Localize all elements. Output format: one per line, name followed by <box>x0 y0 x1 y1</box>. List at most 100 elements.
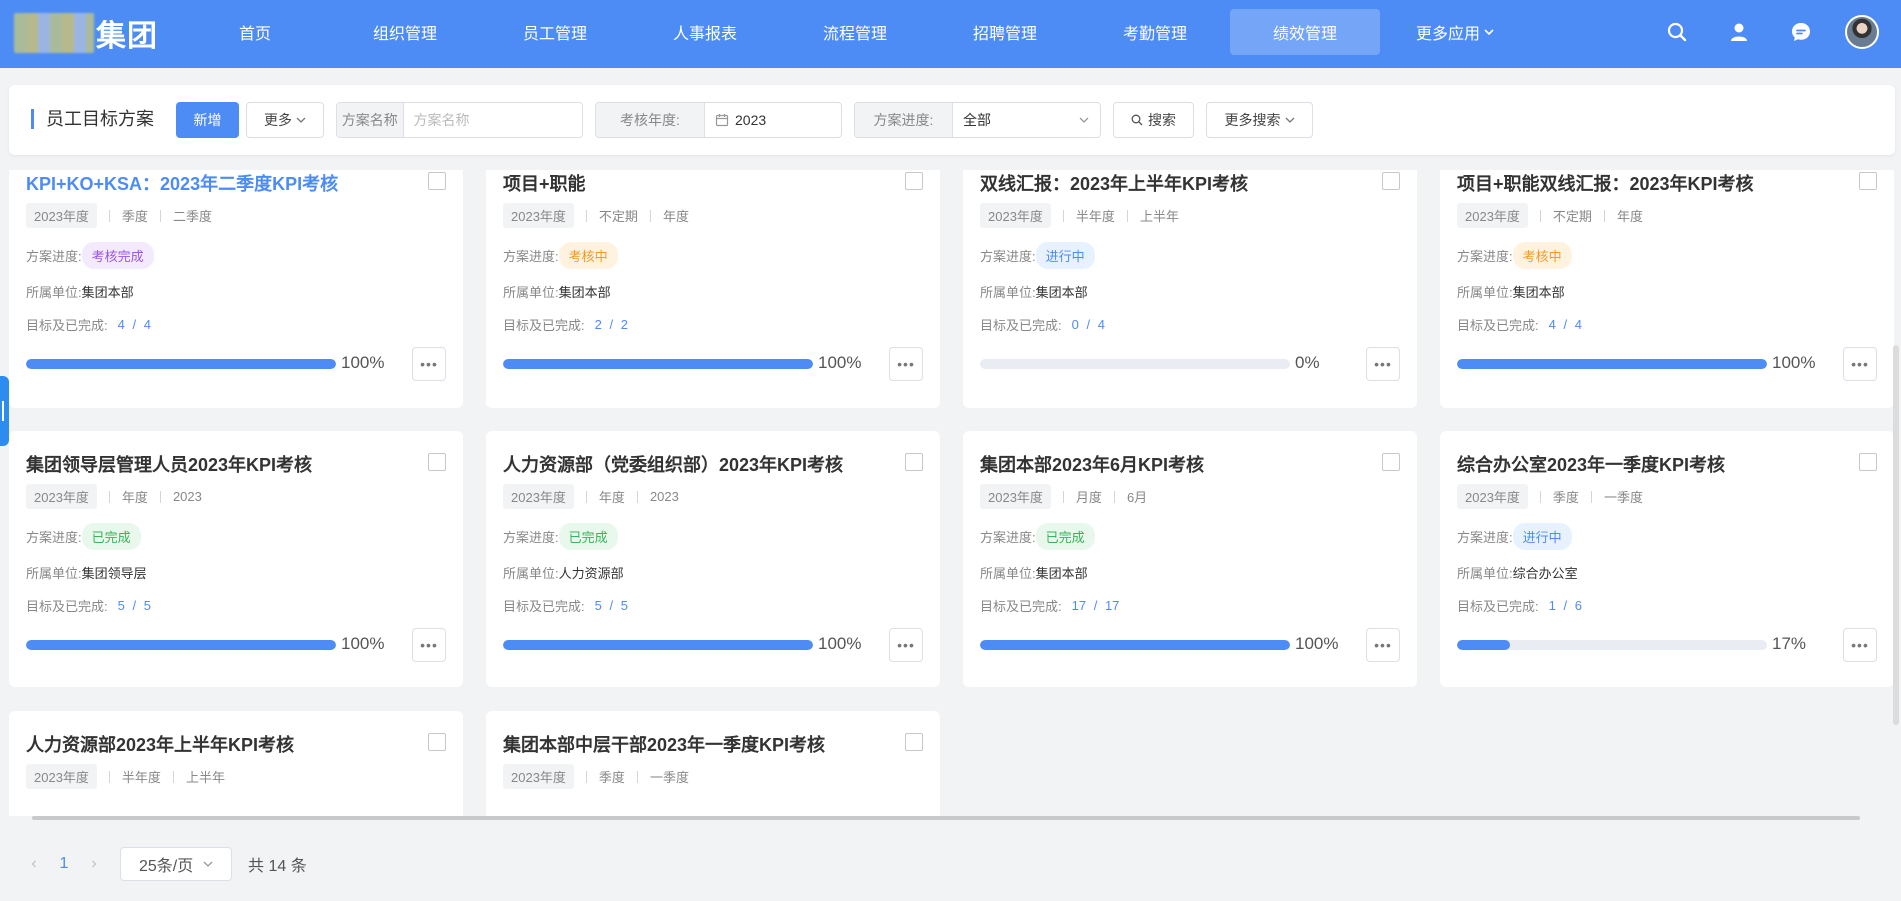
plan-card[interactable]: 人力资源部（党委组织部）2023年KPI考核 2023年度 年度 2023 方案进度… <box>486 431 940 687</box>
unit-label: 所属单位: <box>503 566 559 581</box>
prev-page-button[interactable]: ‹ <box>24 855 44 873</box>
card-checkbox[interactable] <box>1859 172 1877 190</box>
card-more-button[interactable]: ••• <box>1843 347 1877 381</box>
card-more-button[interactable]: ••• <box>412 628 446 662</box>
progress-text: 0% <box>1295 353 1320 372</box>
card-checkbox[interactable] <box>1859 453 1877 471</box>
progress-text: 100% <box>341 634 385 653</box>
card-more-button[interactable]: ••• <box>889 347 923 381</box>
card-checkbox[interactable] <box>1382 172 1400 190</box>
logo-image <box>14 13 94 53</box>
card-checkbox[interactable] <box>905 733 923 751</box>
top-nav-bar: 集团 首页 组织管理 员工管理 人事报表 流程管理 招聘管理 考勤管理 绩效管理… <box>0 0 1901 68</box>
goal-done: 4 <box>117 317 125 332</box>
year-picker[interactable]: 2023 <box>705 103 841 137</box>
plan-card[interactable]: 综合办公室2023年一季度KPI考核 2023年度 季度 一季度 方案进度: 进行中 … <box>1440 431 1894 687</box>
card-more-button[interactable]: ••• <box>1366 347 1400 381</box>
more-search-button[interactable]: 更多搜索 <box>1206 102 1313 138</box>
side-panel-toggle[interactable] <box>0 376 9 446</box>
plan-card[interactable]: 项目+职能 2023年度 不定期 年度 方案进度: 考核中 所属单位: 集团本部 目标及… <box>486 170 940 408</box>
goal-total: 4 <box>1097 317 1105 332</box>
card-checkbox[interactable] <box>428 172 446 190</box>
year-filter: 考核年度: 2023 <box>595 102 842 138</box>
progress-fill <box>1457 640 1510 650</box>
chevron-down-icon <box>296 117 306 123</box>
nav-employee[interactable]: 员工管理 <box>480 9 630 55</box>
next-page-button[interactable]: › <box>84 855 104 873</box>
progress-bar <box>980 640 1290 650</box>
vertical-scrollbar[interactable] <box>1893 345 1899 725</box>
goal-label: 目标及已完成: <box>26 318 108 333</box>
unit-row: 所属单位: 集团领导层 <box>26 563 147 582</box>
unit-row: 所属单位: 人力资源部 <box>503 563 624 582</box>
nav-process[interactable]: 流程管理 <box>780 9 930 55</box>
plan-card[interactable]: 集团本部中层干部2023年一季度KPI考核 2023年度 季度 一季度 <box>486 711 940 816</box>
plan-name-input[interactable] <box>403 103 582 137</box>
message-icon[interactable] <box>1783 14 1819 50</box>
tag-year: 2023年度 <box>980 484 1051 509</box>
nav-label: 人事报表 <box>672 26 737 43</box>
tag-period-type: 月度 <box>1075 490 1102 505</box>
card-title[interactable]: 综合办公室2023年一季度KPI考核 <box>1457 451 1725 477</box>
unit-value: 综合办公室 <box>1512 566 1578 581</box>
card-checkbox[interactable] <box>428 453 446 471</box>
search-icon[interactable] <box>1659 14 1695 50</box>
card-title[interactable]: 集团领导层管理人员2023年KPI考核 <box>26 451 312 477</box>
nav-attendance[interactable]: 考勤管理 <box>1080 9 1230 55</box>
card-checkbox[interactable] <box>905 453 923 471</box>
more-button-label: 更多 <box>264 112 292 128</box>
card-more-button[interactable]: ••• <box>889 628 923 662</box>
plan-card[interactable]: 集团领导层管理人员2023年KPI考核 2023年度 年度 2023 方案进度: 已完… <box>9 431 463 687</box>
nav-performance[interactable]: 绩效管理 <box>1230 9 1380 55</box>
card-title[interactable]: KPI+KO+KSA：2023年二季度KPI考核 <box>26 170 338 196</box>
card-title[interactable]: 集团本部中层干部2023年一季度KPI考核 <box>503 731 825 757</box>
progress-select[interactable]: 全部 <box>953 103 1100 137</box>
horizontal-scrollbar[interactable] <box>32 816 1860 820</box>
plan-card[interactable]: 双线汇报：2023年上半年KPI考核 2023年度 半年度 上半年 方案进度: 进行中… <box>963 170 1417 408</box>
logo[interactable]: 集团 <box>14 13 164 53</box>
card-title[interactable]: 人力资源部2023年上半年KPI考核 <box>26 731 294 757</box>
status-badge: 已完成 <box>81 523 141 550</box>
nav-org[interactable]: 组织管理 <box>330 9 480 55</box>
tag-year: 2023年度 <box>503 764 574 789</box>
tag-period: 一季度 <box>1603 490 1643 505</box>
user-icon[interactable] <box>1721 14 1757 50</box>
plan-card[interactable]: 集团本部2023年6月KPI考核 2023年度 月度 6月 方案进度: 已完成 所属单… <box>963 431 1417 687</box>
page-size-select[interactable]: 25条/页 <box>120 847 232 881</box>
card-checkbox[interactable] <box>1382 453 1400 471</box>
page-number-current[interactable]: 1 <box>44 855 84 873</box>
avatar[interactable] <box>1845 15 1879 49</box>
status-label: 方案进度: <box>503 530 559 545</box>
card-more-button[interactable]: ••• <box>1366 628 1400 662</box>
card-title[interactable]: 项目+职能双线汇报：2023年KPI考核 <box>1457 170 1754 196</box>
tag-period: 一季度 <box>649 770 689 785</box>
goal-fraction: 4 / 4 <box>117 317 151 332</box>
card-more-button[interactable]: ••• <box>1843 628 1877 662</box>
plan-card[interactable]: KPI+KO+KSA：2023年二季度KPI考核 2023年度 季度 二季度 方案进… <box>9 170 463 408</box>
card-title[interactable]: 双线汇报：2023年上半年KPI考核 <box>980 170 1248 196</box>
unit-label: 所属单位: <box>26 285 82 300</box>
card-more-button[interactable]: ••• <box>412 347 446 381</box>
nav-home[interactable]: 首页 <box>180 9 330 55</box>
nav-label: 员工管理 <box>522 26 587 43</box>
plan-card[interactable]: 人力资源部2023年上半年KPI考核 2023年度 半年度 上半年 <box>9 711 463 816</box>
goal-done: 1 <box>1548 598 1556 613</box>
unit-label: 所属单位: <box>980 285 1036 300</box>
card-title[interactable]: 人力资源部（党委组织部）2023年KPI考核 <box>503 451 843 477</box>
card-title[interactable]: 集团本部2023年6月KPI考核 <box>980 451 1204 477</box>
plan-card[interactable]: 项目+职能双线汇报：2023年KPI考核 2023年度 不定期 年度 方案进度: 考核… <box>1440 170 1894 408</box>
nav-recruit[interactable]: 招聘管理 <box>930 9 1080 55</box>
search-button[interactable]: 搜索 <box>1113 102 1194 138</box>
nav-hr-report[interactable]: 人事报表 <box>630 9 780 55</box>
card-checkbox[interactable] <box>428 733 446 751</box>
card-checkbox[interactable] <box>905 172 923 190</box>
nav-more-apps[interactable]: 更多应用 <box>1380 9 1530 55</box>
add-button[interactable]: 新增 <box>176 102 239 138</box>
goal-total: 6 <box>1574 598 1582 613</box>
calendar-icon <box>715 114 729 127</box>
more-button[interactable]: 更多 <box>246 102 324 138</box>
progress-bar <box>503 640 813 650</box>
goal-row: 目标及已完成: 4 / 4 <box>26 315 151 334</box>
tag-year: 2023年度 <box>26 764 97 789</box>
card-title[interactable]: 项目+职能 <box>503 170 586 196</box>
